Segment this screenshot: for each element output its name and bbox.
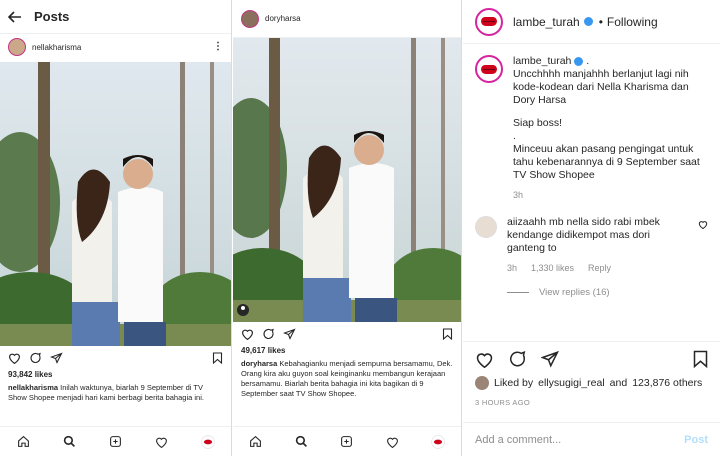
share-icon[interactable] [50,352,63,364]
lips-logo-icon [481,17,497,26]
post-caption-block: lambe_turah . Uncchhhh manjahhh berlanju… [463,45,720,210]
posts-header: Posts [0,0,231,34]
view-replies-label[interactable]: View replies (16) [539,287,610,298]
comment-icon[interactable] [508,350,527,368]
comment-input[interactable]: Add a comment... [475,434,561,446]
verified-icon [574,56,584,66]
account-name[interactable]: lambe_turah [513,15,580,29]
comment-meta: 3h 1,330 likes Reply [507,263,688,273]
comment-icon[interactable] [29,352,42,364]
left-post-screenshot: Posts nellakharisma ⋮ 93,842 likes nella… [0,0,232,456]
liked-user[interactable]: ellysugigi_real [538,377,605,389]
home-icon[interactable] [16,435,30,449]
comments-panel: lambe_turah • Following lambe_turah . Un… [463,0,720,456]
profile-icon[interactable] [201,434,215,449]
search-icon[interactable] [62,435,76,449]
post-footer: Liked by ellysugigi_real and 123,876 oth… [463,341,720,407]
caption-user[interactable]: doryharsa [241,359,277,368]
bookmark-icon[interactable] [693,350,708,368]
avatar[interactable] [241,9,259,28]
avatar[interactable] [475,55,503,83]
add-icon[interactable] [340,435,354,449]
post-actions [463,342,720,376]
liked-prefix: Liked by [494,377,534,389]
avatar[interactable] [8,38,26,56]
likes-count[interactable]: 93,842 likes [0,370,231,379]
caption: doryharsa Kebahagianku menjadi sempurna … [233,359,461,399]
post-photo [233,38,461,322]
comments-scroll[interactable]: lambe_turah . Uncchhhh manjahhh berlanju… [463,45,720,341]
likes-count[interactable]: 49,617 likes [233,346,461,355]
back-arrow-icon[interactable] [8,10,22,23]
heart-icon[interactable] [8,352,21,364]
bookmark-icon[interactable] [442,328,453,340]
caption-header: lambe_turah . [513,55,708,68]
post-button[interactable]: Post [684,434,708,446]
caption-line: Minceuu akan pasang pengingat untuk tahu… [513,143,700,181]
activity-icon[interactable] [155,435,169,449]
avatar[interactable] [475,376,489,390]
middle-post-screenshot: doryharsa 49,617 likes doryharsa Kebahag… [233,0,462,456]
liked-by: Liked by ellysugigi_real and 123,876 oth… [463,376,720,390]
view-replies[interactable]: View replies (16) [507,287,688,298]
caption-author[interactable]: lambe_turah [513,55,571,67]
search-icon[interactable] [294,435,308,449]
activity-icon[interactable] [386,435,400,449]
username[interactable]: doryharsa [265,14,301,23]
comment-item: aiizaahh mb nella sido rabi mbek kendang… [463,210,720,308]
comment-icon[interactable] [262,328,275,340]
more-icon[interactable]: ⋮ [213,42,223,52]
following-button[interactable]: Following [607,15,658,29]
follow-separator: • [598,14,603,29]
share-icon[interactable] [541,350,559,368]
add-icon[interactable] [108,435,122,449]
reply-divider [507,292,529,293]
account-header: lambe_turah • Following [463,0,720,44]
reply-button[interactable]: Reply [588,263,611,273]
caption-line: Siap boss! [513,117,563,129]
comment-user[interactable]: aiizaahh [507,216,546,228]
share-icon[interactable] [283,328,296,340]
verified-icon [583,17,593,26]
caption-time: 3h [513,190,524,200]
home-icon[interactable] [249,435,263,449]
post-actions [233,322,461,346]
liked-count[interactable]: 123,876 others [632,377,702,389]
bottom-tab-bar [233,426,461,456]
avatar[interactable] [475,216,497,238]
profile-icon[interactable] [431,434,445,449]
caption-line: . [513,130,516,142]
comment-time: 3h [507,263,518,273]
post-actions [0,346,231,370]
bookmark-icon[interactable] [212,352,223,364]
heart-icon[interactable] [475,351,494,368]
caption-user[interactable]: nellakharisma [8,383,58,392]
caption: nellakharisma Inilah waktunya, biarlah 9… [0,383,231,403]
post-user-row: doryharsa [233,0,461,38]
caption-meta: 3h [513,190,708,200]
posts-title: Posts [34,9,70,24]
add-comment-bar: Add a comment... Post [463,422,720,456]
time-ago: 3 HOURS AGO [475,398,530,407]
avatar[interactable] [475,7,503,36]
caption-dot: . [586,55,590,67]
lips-logo-icon [481,64,497,74]
username[interactable]: nellakharisma [32,43,81,52]
bottom-tab-bar [0,426,231,456]
post-user-row: nellakharisma ⋮ [0,34,231,60]
post-photo [0,62,231,346]
comment-likes[interactable]: 1,330 likes [531,263,574,273]
comment-body: aiizaahh mb nella sido rabi mbek kendang… [507,216,688,255]
caption-line: Uncchhhh manjahhh berlanjut lagi nih kod… [513,68,689,106]
liked-suffix: and [609,377,628,389]
comment-heart-icon[interactable] [698,220,708,298]
heart-icon[interactable] [241,328,254,340]
